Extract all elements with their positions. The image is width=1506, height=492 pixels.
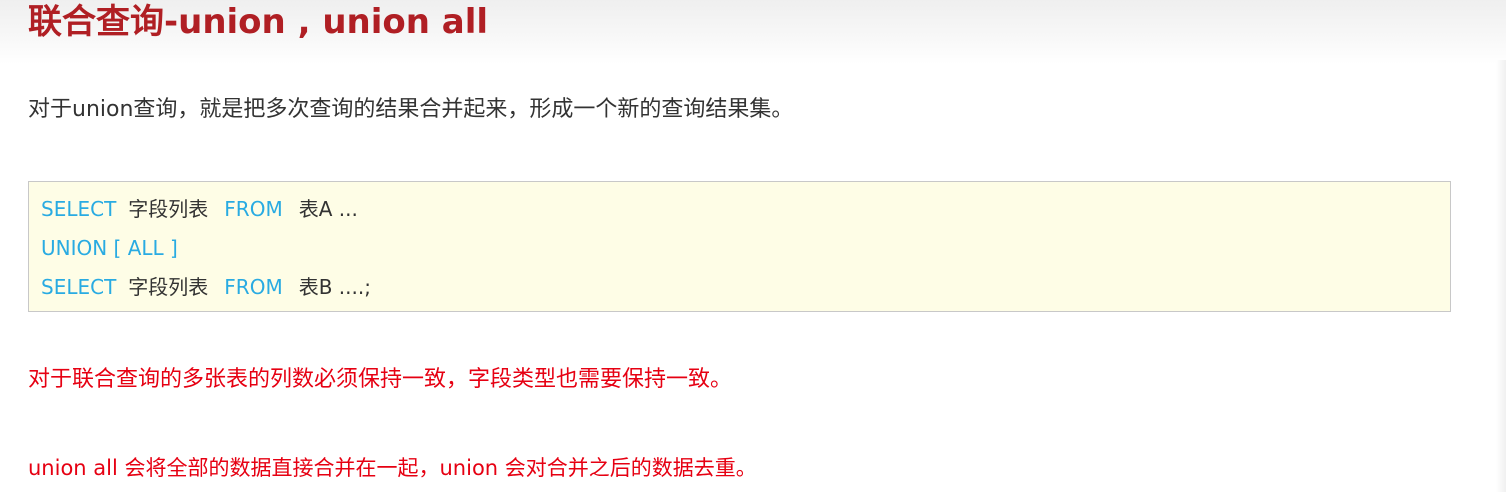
code-line-3: SELECT 字段列表 FROM 表B ....; [41,272,371,302]
intro-text: 对于union查询，就是把多次查询的结果合并起来，形成一个新的查询结果集。 [28,97,794,122]
column-rule-note: 对于联合查询的多张表的列数必须保持一致，字段类型也需要保持一致。 [28,367,733,392]
table-a-text: 表A ... [298,197,358,221]
field-list-text: 字段列表 [128,275,209,299]
code-line-2: UNION [ ALL ] [41,233,178,263]
edge-shadow [1496,60,1506,492]
keyword-union-all: UNION [ ALL ] [41,236,178,260]
keyword-select: SELECT [41,197,117,221]
sql-syntax-box: SELECT 字段列表 FROM 表A ... UNION [ ALL ] SELEC… [28,181,1451,312]
table-b-text: 表B ....; [298,275,371,299]
code-line-1: SELECT 字段列表 FROM 表A ... [41,194,358,224]
keyword-from: FROM [224,197,283,221]
keyword-select: SELECT [41,275,117,299]
field-list-text: 字段列表 [128,197,209,221]
keyword-from: FROM [224,275,283,299]
slide-title: 联合查询-union , union all [28,2,489,42]
union-all-difference-note: union all 会将全部的数据直接合并在一起，union 会对合并之后的数据… [28,456,757,480]
slide: 联合查询-union , union all 对于union查询，就是把多次查询… [0,0,1506,492]
